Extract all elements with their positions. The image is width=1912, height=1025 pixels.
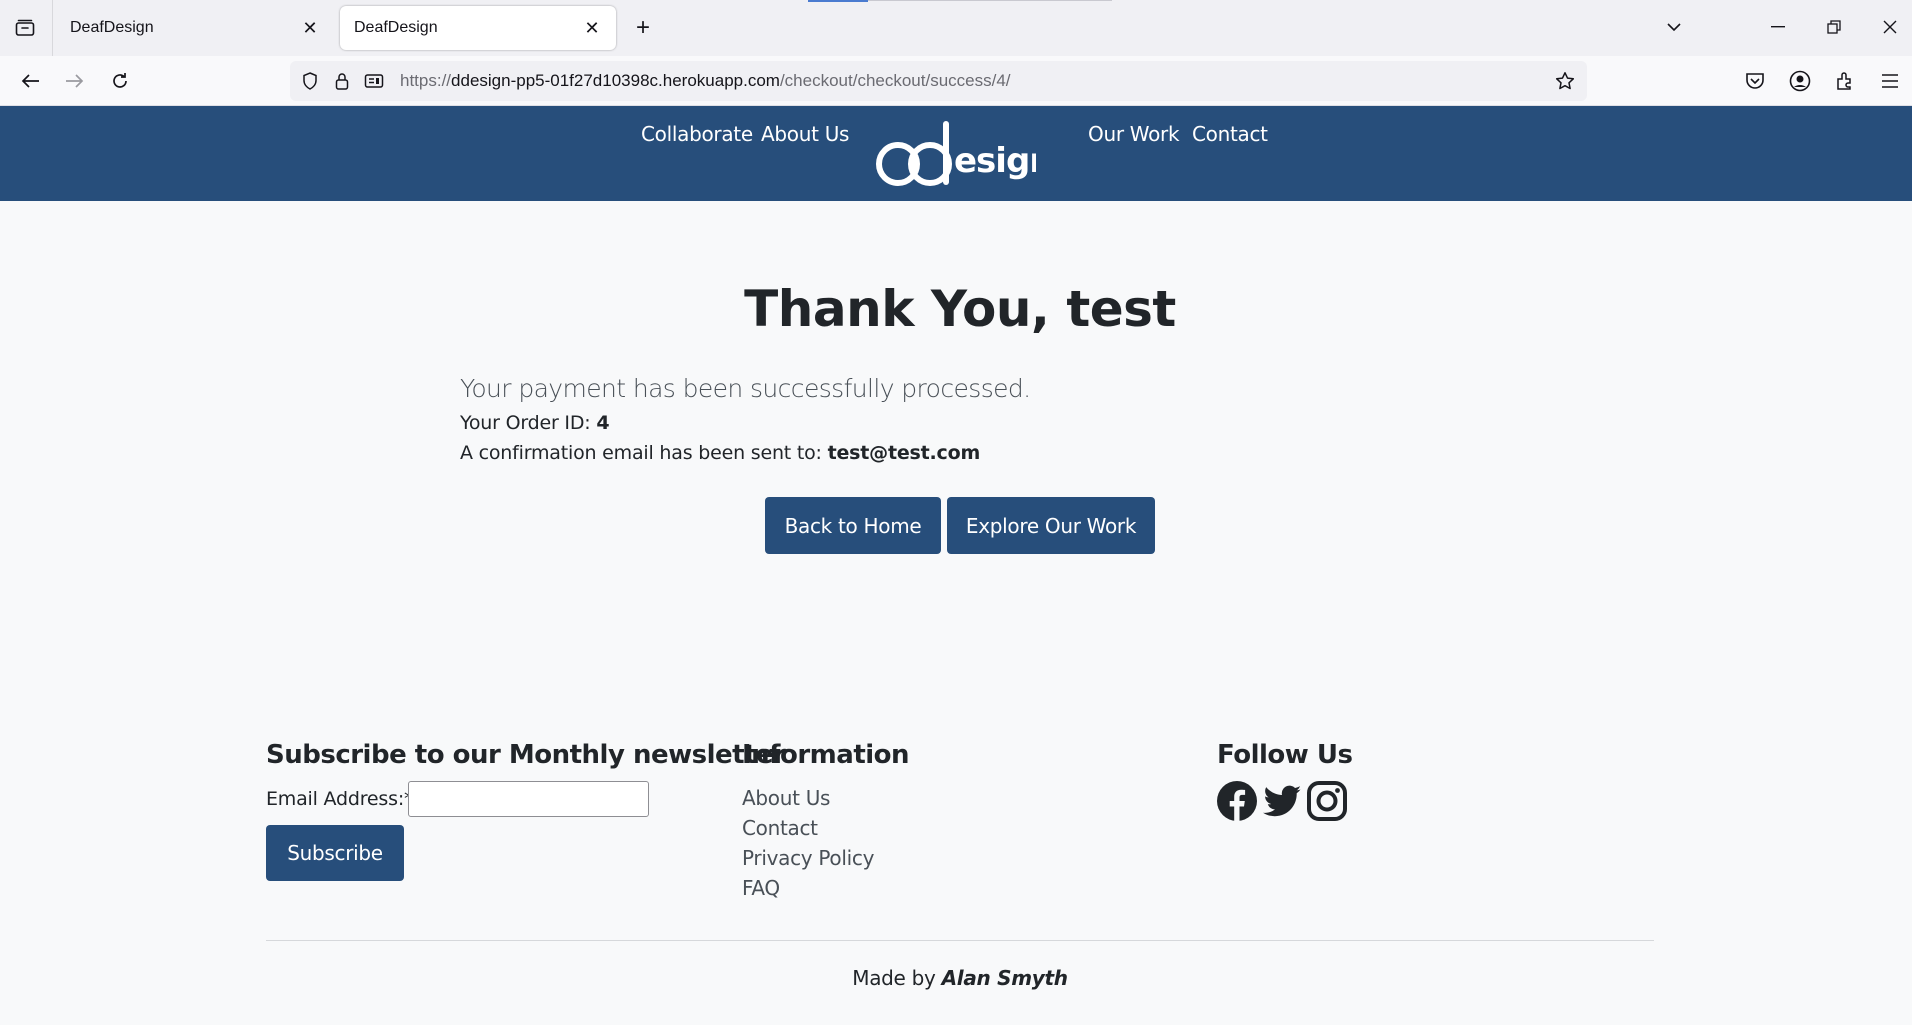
twitter-icon[interactable] xyxy=(1261,780,1303,822)
newsletter-heading: Subscribe to our Monthly newsletter xyxy=(266,740,786,770)
confirmation-email-label: A confirmation email has been sent to: xyxy=(460,442,828,464)
footer-link-about-us[interactable]: About Us xyxy=(742,786,830,810)
close-window-icon[interactable] xyxy=(1872,12,1908,42)
facebook-icon[interactable] xyxy=(1216,780,1258,822)
nav-link-about-us[interactable]: About Us xyxy=(761,122,849,146)
list-all-tabs-icon[interactable] xyxy=(1656,12,1692,42)
site-logo[interactable]: esign xyxy=(872,118,1054,188)
bookmark-star-icon[interactable] xyxy=(1551,67,1579,95)
tab-title: DeafDesign xyxy=(70,19,154,36)
order-id-line: Your Order ID: 4 xyxy=(460,412,610,434)
information-heading: Information xyxy=(742,740,910,770)
tracking-shield-icon[interactable] xyxy=(296,67,324,95)
extensions-icon[interactable] xyxy=(1830,66,1860,96)
follow-us-heading: Follow Us xyxy=(1217,740,1353,770)
menu-icon[interactable] xyxy=(1875,66,1905,96)
nav-link-our-work[interactable]: Our Work xyxy=(1088,122,1180,146)
new-tab-icon[interactable]: + xyxy=(628,14,658,42)
browser-tab-inactive[interactable]: DeafDesign ✕ xyxy=(56,6,334,50)
footer-divider xyxy=(266,940,1654,941)
back-to-home-button[interactable]: Back to Home xyxy=(765,497,941,554)
tab-divider xyxy=(52,0,53,56)
email-field-label: Email Address:* xyxy=(266,788,414,810)
reload-icon[interactable] xyxy=(105,66,135,96)
footer-link-faq[interactable]: FAQ xyxy=(742,876,780,900)
footer-link-contact[interactable]: Contact xyxy=(742,816,818,840)
forward-arrow-icon[interactable] xyxy=(60,66,90,96)
tab-title: DeafDesign xyxy=(354,19,438,36)
loading-track xyxy=(868,0,1112,1)
newsletter-email-input[interactable] xyxy=(408,781,649,817)
instagram-icon[interactable] xyxy=(1306,780,1348,822)
author-name: Alan Smyth xyxy=(941,966,1068,990)
url-text: https://ddesign-pp5-01f27d10398c.herokua… xyxy=(400,71,1011,90)
made-by-credit: Made by Alan Smyth xyxy=(0,966,1912,990)
browser-nav-bar: https://ddesign-pp5-01f27d10398c.herokua… xyxy=(0,56,1912,106)
minimize-icon[interactable] xyxy=(1760,12,1796,42)
loading-indicator xyxy=(808,0,868,2)
nav-link-contact[interactable]: Contact xyxy=(1192,122,1268,146)
explore-our-work-button[interactable]: Explore Our Work xyxy=(947,497,1155,554)
subscribe-button[interactable]: Subscribe xyxy=(266,825,404,881)
order-id-label: Your Order ID: xyxy=(460,412,597,434)
close-tab-icon[interactable]: ✕ xyxy=(582,18,602,38)
svg-text:esign: esign xyxy=(954,141,1036,181)
back-arrow-icon[interactable] xyxy=(15,66,45,96)
tab-list-icon[interactable] xyxy=(10,14,40,42)
site-header: Collaborate About Us esign Our Work Cont… xyxy=(0,106,1912,201)
permissions-icon[interactable] xyxy=(360,67,388,95)
nav-link-collaborate[interactable]: Collaborate xyxy=(641,122,753,146)
browser-tab-bar: DeafDesign ✕ DeafDesign ✕ + xyxy=(0,0,1912,56)
confirmation-email-value: test@test.com xyxy=(827,442,981,464)
order-id-value: 4 xyxy=(596,412,610,434)
close-tab-icon[interactable]: ✕ xyxy=(300,18,320,38)
browser-tab-active[interactable]: DeafDesign ✕ xyxy=(340,6,616,50)
payment-success-message: Your payment has been successfully proce… xyxy=(460,374,1031,403)
confirmation-email-line: A confirmation email has been sent to: t… xyxy=(460,442,980,464)
lock-icon[interactable] xyxy=(328,67,356,95)
pocket-icon[interactable] xyxy=(1740,66,1770,96)
account-icon[interactable] xyxy=(1785,66,1815,96)
made-by-prefix: Made by xyxy=(852,966,942,990)
page-title: Thank You, test xyxy=(744,280,1176,338)
footer-link-privacy-policy[interactable]: Privacy Policy xyxy=(742,846,874,870)
address-bar[interactable]: https://ddesign-pp5-01f27d10398c.herokua… xyxy=(290,61,1587,101)
restore-icon[interactable] xyxy=(1816,12,1852,42)
